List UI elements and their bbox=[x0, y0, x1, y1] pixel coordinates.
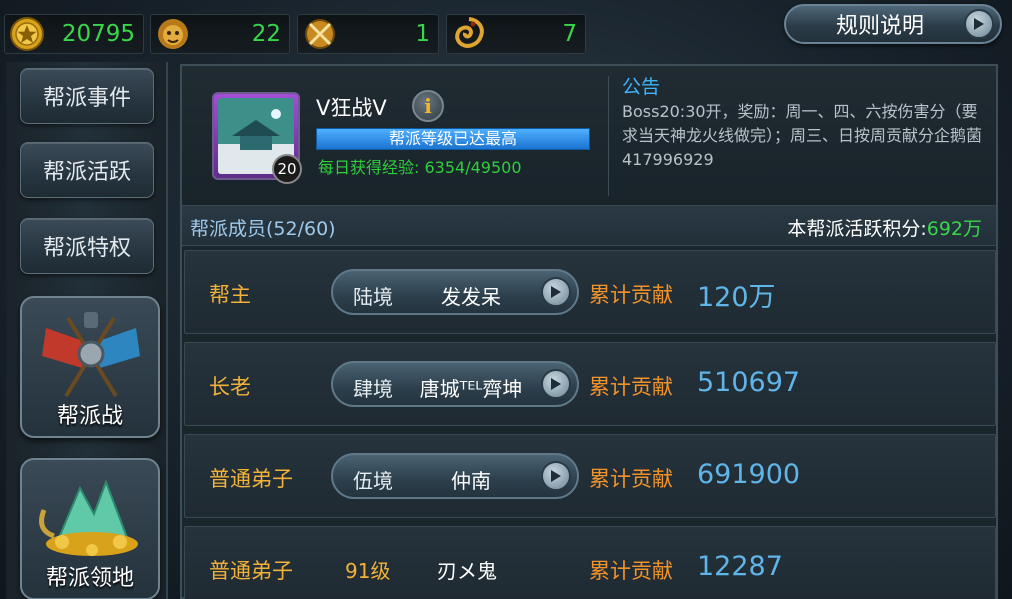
sidebar-item-label: 帮派特权 bbox=[42, 236, 131, 261]
sidebar-item-label: 帮派活跃 bbox=[42, 160, 131, 185]
daily-exp-value: 6354/49500 bbox=[424, 158, 522, 177]
gold-counter: 20795 bbox=[4, 14, 144, 54]
sidebar-item-guild-events[interactable]: 帮派事件 bbox=[20, 68, 154, 124]
contribution-label: 累计贡献 bbox=[589, 283, 673, 307]
crossed-swords-medal-icon bbox=[305, 19, 335, 49]
member-role: 普通弟子 bbox=[209, 467, 293, 491]
dragon-token-icon bbox=[455, 17, 484, 48]
guild-panel: 20 V狂战V i 帮派等级已达最高 每日获得经验: 6354/49500 公告… bbox=[180, 64, 998, 599]
member-name: 仲南 bbox=[451, 469, 491, 493]
activity-value: 692万 bbox=[926, 218, 982, 240]
contribution-label: 累计贡献 bbox=[589, 375, 673, 399]
rules-button-label: 规则说明 bbox=[835, 14, 924, 39]
sidebar-item-guild-war[interactable]: 帮派战 bbox=[20, 296, 160, 438]
contribution-label: 累计贡献 bbox=[589, 467, 673, 491]
sidebar-item-guild-territory[interactable]: 帮派领地 bbox=[20, 458, 160, 599]
gold-value: 20795 bbox=[61, 21, 135, 47]
member-role: 普通弟子 bbox=[209, 559, 293, 583]
guild-avatar[interactable]: 20 bbox=[212, 92, 302, 184]
contribution-value: 510697 bbox=[697, 367, 801, 398]
guild-level-bar-text: 帮派等级已达最高 bbox=[388, 129, 517, 148]
divider bbox=[608, 76, 609, 196]
member-role: 长老 bbox=[209, 375, 251, 399]
notice-title: 公告 bbox=[622, 76, 661, 98]
play-arrow-icon bbox=[541, 461, 571, 491]
lion-value: 22 bbox=[251, 21, 281, 47]
member-role: 帮主 bbox=[209, 283, 251, 307]
guild-activity-score: 本帮派活跃积分:692万 bbox=[787, 214, 982, 241]
member-level: 91级 bbox=[345, 559, 391, 583]
info-icon[interactable]: i bbox=[412, 90, 444, 122]
contribution-value: 12287 bbox=[697, 551, 783, 582]
medal-counter: 1 bbox=[297, 14, 439, 54]
medal-value: 1 bbox=[415, 21, 430, 47]
member-count: 帮派成员(52/60) bbox=[190, 218, 336, 240]
member-name: 发发呆 bbox=[441, 285, 501, 309]
notice-body: Boss20:30开，奖励：周一、四、六按伤害分（要求当天神龙火线做完）；周三、… bbox=[622, 102, 983, 169]
contribution-value: 691900 bbox=[697, 459, 801, 490]
gold-coin-icon bbox=[10, 17, 44, 51]
guild-name: V狂战V bbox=[316, 96, 387, 120]
daily-exp: 每日获得经验: 6354/49500 bbox=[318, 154, 522, 178]
member-name-button[interactable]: 肆境 唐城ᵀᴱᴸ齊坤 bbox=[331, 361, 579, 407]
member-name: 唐城ᵀᴱᴸ齊坤 bbox=[419, 377, 523, 401]
sidebar: 帮派事件 帮派活跃 帮派特权 帮派战 帮派领地 bbox=[6, 62, 168, 599]
guild-level-bar: 帮派等级已达最高 bbox=[316, 128, 590, 150]
member-realm: 肆境 bbox=[353, 377, 393, 401]
member-name-button[interactable]: 伍境 仲南 bbox=[331, 453, 579, 499]
member-name-button[interactable]: 陆境 发发呆 bbox=[331, 269, 579, 315]
rules-button[interactable]: 规则说明 bbox=[784, 4, 1002, 44]
members-header: 帮派成员(52/60) 本帮派活跃积分:692万 bbox=[182, 206, 996, 246]
play-arrow-icon bbox=[541, 277, 571, 307]
sidebar-item-label: 帮派领地 bbox=[45, 566, 134, 591]
guild-level-badge: 20 bbox=[272, 154, 302, 184]
sidebar-item-guild-activity[interactable]: 帮派活跃 bbox=[20, 142, 154, 198]
member-realm: 伍境 bbox=[353, 469, 393, 493]
member-row[interactable]: 长老 肆境 唐城ᵀᴱᴸ齊坤 累计贡献 510697 bbox=[184, 342, 996, 426]
sidebar-item-label: 帮派战 bbox=[56, 404, 123, 429]
lion-counter: 22 bbox=[150, 14, 290, 54]
activity-label: 本帮派活跃积分: bbox=[787, 218, 927, 240]
guild-info: 20 V狂战V i 帮派等级已达最高 每日获得经验: 6354/49500 公告… bbox=[182, 66, 996, 206]
play-arrow-icon bbox=[541, 369, 571, 399]
contribution-value: 120万 bbox=[697, 282, 776, 313]
crossed-flags-icon bbox=[42, 312, 140, 398]
member-row[interactable]: 普通弟子 伍境 仲南 累计贡献 691900 bbox=[184, 434, 996, 518]
dragon-token-counter: 7 bbox=[446, 14, 586, 54]
member-realm: 陆境 bbox=[353, 285, 393, 309]
member-row[interactable]: 普通弟子 91级 刃メ鬼 累计贡献 12287 bbox=[184, 526, 996, 599]
member-row[interactable]: 帮主 陆境 发发呆 累计贡献 120万 bbox=[184, 250, 996, 334]
lion-head-icon bbox=[158, 19, 188, 49]
sidebar-item-label: 帮派事件 bbox=[42, 86, 131, 111]
dragon-token-value: 7 bbox=[562, 21, 577, 47]
sidebar-item-guild-privileges[interactable]: 帮派特权 bbox=[20, 218, 154, 274]
jade-mountain-treasure-icon bbox=[39, 479, 138, 556]
contribution-label: 累计贡献 bbox=[589, 559, 673, 583]
member-name: 刃メ鬼 bbox=[437, 559, 497, 583]
daily-exp-label: 每日获得经验: bbox=[318, 158, 420, 177]
play-arrow-icon bbox=[964, 9, 994, 39]
